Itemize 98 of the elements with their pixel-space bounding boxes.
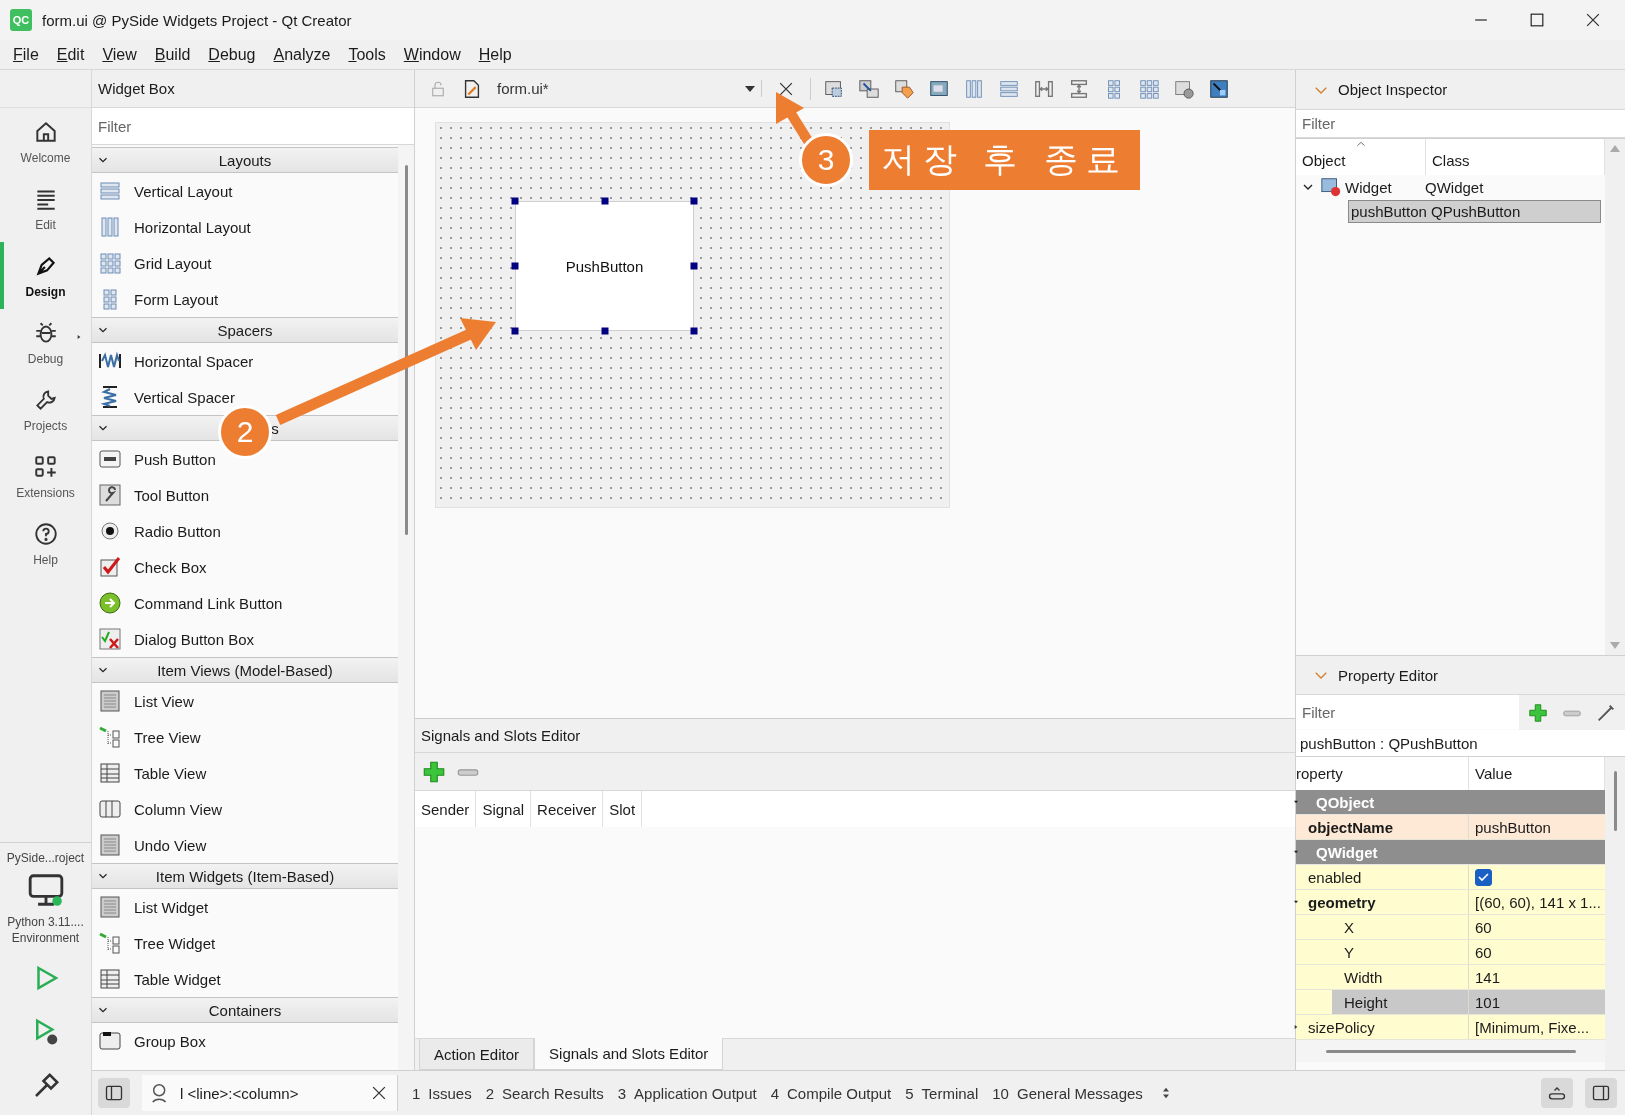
widget-item[interactable]: Dialog Button Box <box>92 621 398 657</box>
menu-item[interactable]: Help <box>469 45 521 64</box>
widget-item[interactable]: List Widget <box>92 889 398 925</box>
widget-item[interactable]: Column View <box>92 791 398 827</box>
output-pane-tab[interactable]: 1 Issues <box>412 1084 472 1102</box>
property-row[interactable]: Width 141 <box>1296 965 1605 990</box>
property-row[interactable]: objectName pushButton <box>1296 815 1605 840</box>
property-name: X <box>1332 915 1469 939</box>
column-header[interactable]: Value <box>1475 765 1513 782</box>
widget-item[interactable]: Radio Button <box>92 513 398 549</box>
locator-field[interactable]: l <line>:<column> <box>142 1075 398 1111</box>
mode-tab[interactable]: Help <box>0 510 91 577</box>
property-value: 60 <box>1475 943 1492 961</box>
tree-row[interactable]: pushButton QPushButton <box>1348 199 1601 223</box>
group-label: QWidget <box>1315 843 1378 861</box>
menu-item[interactable]: File <box>4 45 48 64</box>
mode-tab[interactable]: Welcome <box>0 108 91 175</box>
column-header[interactable]: Object <box>1302 152 1346 169</box>
property-value: 101 <box>1475 993 1501 1011</box>
property-value: 141 <box>1475 968 1501 986</box>
editor-tab[interactable]: Signals and Slots Editor <box>534 1038 724 1070</box>
project-name[interactable]: PySide...roject <box>6 851 85 865</box>
app-logo: QC <box>10 9 32 31</box>
category-title[interactable]: Spacers <box>217 321 273 339</box>
widget-item[interactable]: Tool Button <box>92 477 398 513</box>
property-name: Y <box>1332 940 1469 964</box>
widget-item[interactable]: Group Box <box>92 1023 398 1059</box>
file-selector[interactable]: form.ui* <box>497 80 762 97</box>
widget-item[interactable]: Table Widget <box>92 961 398 997</box>
widget-item[interactable]: Vertical Layout <box>92 173 398 209</box>
property-name: Width <box>1332 965 1469 989</box>
category-title[interactable]: Containers <box>208 1001 282 1019</box>
filter-field[interactable]: Filter <box>1296 695 1519 729</box>
callout-label: 저장 후 종료 <box>869 130 1140 190</box>
widget-item[interactable]: Tree Widget <box>92 925 398 961</box>
category-title[interactable]: s <box>271 419 279 437</box>
column-header[interactable]: Signal <box>476 791 532 827</box>
widget-item[interactable]: Undo View <box>92 827 398 863</box>
panel-title: Property Editor <box>1338 666 1439 684</box>
column-header[interactable]: roperty <box>1296 765 1343 782</box>
property-name: Height <box>1332 990 1469 1014</box>
object-class-label: pushButton : QPushButton <box>1296 730 1625 757</box>
output-pane-tab[interactable]: 5 Terminal <box>905 1084 979 1102</box>
menu-item[interactable]: View <box>93 45 146 64</box>
column-header[interactable]: Class <box>1432 152 1470 169</box>
menu-item[interactable]: Tools <box>339 45 395 64</box>
category-title[interactable]: Layouts <box>218 151 272 169</box>
widget-item[interactable]: Table View <box>92 755 398 791</box>
property-name: sizePolicy <box>1304 1015 1469 1039</box>
menu-item[interactable]: Window <box>394 45 470 64</box>
widget-item[interactable]: Command Link Button <box>92 585 398 621</box>
filter-field[interactable]: Filter <box>92 108 414 145</box>
property-row[interactable]: Y 60 <box>1296 940 1605 965</box>
property-value: [(60, 60), 141 x 1... <box>1475 893 1601 911</box>
property-value: [Minimum, Fixe... <box>1475 1018 1590 1036</box>
output-pane-tab[interactable]: 4 Compile Output <box>770 1084 892 1102</box>
property-name: geometry <box>1304 890 1469 914</box>
property-row[interactable]: X 60 <box>1296 915 1605 940</box>
widget-item[interactable]: Form Layout <box>92 281 398 317</box>
group-label: QObject <box>1315 793 1375 811</box>
panel-title: Signals and Slots Editor <box>421 727 581 744</box>
property-row[interactable]: enabled <box>1296 865 1605 890</box>
widget-item[interactable]: List View <box>92 683 398 719</box>
widget-item[interactable]: Grid Layout <box>92 245 398 281</box>
menu-item[interactable]: Edit <box>47 45 94 64</box>
mode-tab[interactable]: Edit <box>0 175 91 242</box>
mode-tab[interactable]: Projects <box>0 376 91 443</box>
property-value: pushButton <box>1475 818 1551 836</box>
property-name: objectName <box>1304 815 1469 839</box>
property-row[interactable]: Height 101 <box>1296 990 1605 1015</box>
property-value: 60 <box>1475 918 1492 936</box>
panel-title: Widget Box <box>98 80 175 97</box>
output-pane-tab[interactable]: 2 Search Results <box>485 1084 604 1102</box>
window-title: form.ui @ PySide Widgets Project - Qt Creator <box>42 11 353 29</box>
kit-label: Environment <box>11 931 80 945</box>
widget-item[interactable]: Horizontal Spacer <box>92 343 398 379</box>
property-row[interactable]: sizePolicy [Minimum, Fixe... <box>1296 1015 1605 1040</box>
widget-item[interactable]: Tree View <box>92 719 398 755</box>
column-header[interactable]: Receiver <box>531 791 604 827</box>
column-header[interactable]: Slot <box>603 791 643 827</box>
filter-field[interactable]: Filter <box>1296 110 1625 138</box>
output-pane-tab[interactable]: 3 Application Output <box>617 1084 757 1102</box>
menu-item[interactable]: Build <box>145 45 200 64</box>
panel-title: Object Inspector <box>1338 81 1448 98</box>
tree-row[interactable]: Widget QWidget <box>1342 175 1601 199</box>
menu-item[interactable]: Analyze <box>264 45 340 64</box>
mode-tab[interactable]: Extensions <box>0 443 91 510</box>
widget-item[interactable]: Check Box <box>92 549 398 585</box>
editor-tab[interactable]: Action Editor <box>419 1039 535 1070</box>
kit-label: Python 3.11.... <box>7 915 84 929</box>
mode-tab[interactable]: Debug <box>0 309 91 376</box>
column-header[interactable]: Sender <box>415 791 477 827</box>
menu-item[interactable]: Debug <box>199 45 265 64</box>
property-name: enabled <box>1304 865 1469 889</box>
output-pane-tab[interactable]: 10 General Messages <box>992 1084 1143 1102</box>
widget-item[interactable]: Horizontal Layout <box>92 209 398 245</box>
property-row[interactable]: geometry [(60, 60), 141 x 1... <box>1296 890 1605 915</box>
push-button[interactable]: PushButton <box>515 201 694 331</box>
